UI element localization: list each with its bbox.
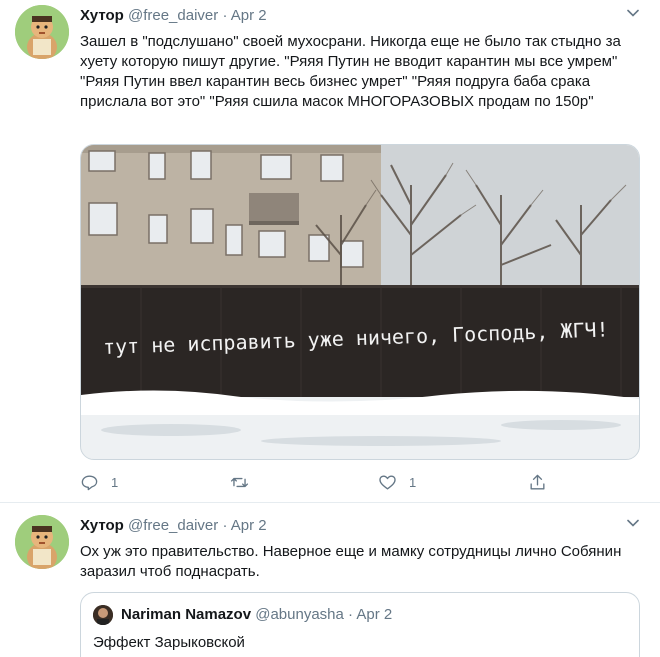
avatar-image — [15, 515, 69, 569]
like-count: 1 — [409, 474, 417, 490]
avatar-image — [15, 5, 69, 59]
quoted-header: Nariman Namazov @abunyasha · Apr 2 — [121, 605, 392, 625]
photo-fence-graffiti: тут не исправить уже ничего, Господь, ЖГ… — [81, 145, 639, 459]
reply-button[interactable]: 1 — [80, 470, 118, 494]
quoted-date: Apr 2 — [356, 606, 393, 623]
reply-icon — [81, 474, 98, 490]
quoted-text: Эффект Зарыковской — [93, 634, 245, 651]
separator-dot: · — [348, 606, 354, 623]
author-handle[interactable]: @free_daiver — [128, 517, 218, 534]
quoted-author-name: Nariman Namazov — [121, 606, 252, 623]
tweet-image[interactable]: тут не исправить уже ничего, Господь, ЖГ… — [80, 144, 640, 460]
tweet[interactable]: Хутор @free_daiver · Apr 2 Ох уж это пра… — [0, 504, 660, 657]
share-button[interactable] — [528, 470, 547, 494]
avatar-image — [93, 605, 113, 625]
tweet-text: Зашел в "подслушано" своей мухосрани. Ни… — [80, 33, 621, 110]
chevron-down-icon[interactable] — [626, 6, 640, 20]
tweet-header: Хутор @free_daiver · Apr 2 — [80, 6, 267, 26]
tweet[interactable]: Хутор @free_daiver · Apr 2 Зашел в "подс… — [0, 0, 660, 503]
tweet-actions: 1 1 — [80, 470, 550, 494]
separator-dot: · — [222, 7, 228, 24]
quoted-avatar — [93, 605, 113, 625]
reply-count: 1 — [111, 474, 119, 490]
tweet-text: Ох уж это правительство. Наверное еще и … — [80, 543, 622, 580]
share-icon — [530, 474, 545, 490]
author-handle[interactable]: @free_daiver — [128, 7, 218, 24]
like-button[interactable]: 1 — [378, 470, 416, 494]
avatar[interactable] — [15, 5, 69, 59]
author-name[interactable]: Хутор — [80, 7, 124, 24]
author-name[interactable]: Хутор — [80, 517, 124, 534]
separator-dot: · — [222, 517, 228, 534]
retweet-icon — [230, 477, 249, 487]
quoted-author-handle: @abunyasha — [255, 606, 344, 623]
tweet-header: Хутор @free_daiver · Apr 2 — [80, 516, 267, 536]
retweet-button[interactable] — [230, 470, 261, 494]
avatar[interactable] — [15, 515, 69, 569]
tweet-date[interactable]: Apr 2 — [231, 7, 267, 24]
chevron-down-icon[interactable] — [626, 516, 640, 530]
quoted-tweet[interactable]: Nariman Namazov @abunyasha · Apr 2 Эффек… — [80, 592, 640, 657]
tweet-date[interactable]: Apr 2 — [231, 517, 267, 534]
heart-icon — [379, 474, 396, 490]
